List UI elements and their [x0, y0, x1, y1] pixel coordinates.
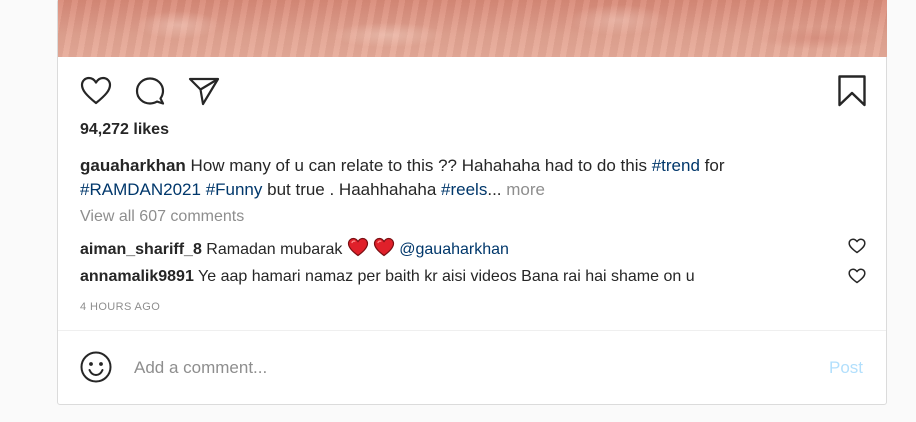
- post-card: 94,272 likes gauaharkhan How many of u c…: [57, 0, 887, 405]
- comment-row: annamalik9891 Ye aap hamari namaz per ba…: [80, 268, 695, 286]
- comment-bubble-icon[interactable]: [134, 76, 166, 106]
- media-texture: [58, 0, 887, 57]
- comment-username[interactable]: annamalik9891: [80, 268, 194, 285]
- caption-text: but true . Haahhahaha: [262, 180, 442, 199]
- heart-outline-icon[interactable]: [80, 76, 112, 106]
- caption-username[interactable]: gauaharkhan: [80, 156, 186, 175]
- comment-like-heart-icon[interactable]: [848, 238, 866, 259]
- red-heart-emoji-icon: [373, 237, 395, 262]
- bookmark-icon[interactable]: [837, 74, 867, 108]
- view-all-comments-link[interactable]: View all 607 comments: [80, 208, 244, 226]
- paper-plane-icon[interactable]: [188, 76, 220, 106]
- caption-text: How many of u can relate to this ?? Haha…: [185, 156, 652, 175]
- comment-row: aiman_shariff_8 Ramadan mubarak @gauahar…: [80, 237, 509, 262]
- post-caption: gauaharkhan How many of u can relate to …: [80, 154, 840, 202]
- hashtag-trend[interactable]: #trend: [652, 156, 700, 175]
- smiley-emoji-icon[interactable]: [80, 351, 112, 388]
- more-link[interactable]: more: [502, 180, 545, 199]
- comment-mention[interactable]: @gauaharkhan: [395, 241, 509, 258]
- caption-text: for: [699, 156, 725, 175]
- hashtag-funny[interactable]: #Funny: [206, 180, 263, 199]
- comment-text: Ramadan mubarak: [201, 241, 347, 258]
- post-timestamp[interactable]: 4 HOURS AGO: [80, 301, 160, 313]
- red-heart-emoji-icon: [347, 237, 369, 262]
- comment-username[interactable]: aiman_shariff_8: [80, 241, 202, 258]
- add-comment-input[interactable]: [134, 354, 814, 382]
- hashtag-reels[interactable]: #reels: [441, 180, 487, 199]
- hashtag-ramdan[interactable]: #RAMDAN2021: [80, 180, 201, 199]
- post-comment-button[interactable]: Post: [829, 358, 863, 378]
- likes-count[interactable]: 94,272 likes: [80, 121, 169, 139]
- comment-like-heart-icon[interactable]: [848, 268, 866, 289]
- post-media-image[interactable]: [58, 0, 887, 57]
- caption-ellipsis: ...: [487, 180, 502, 199]
- divider: [58, 330, 886, 331]
- comment-text: Ye aap hamari namaz per baith kr aisi vi…: [193, 268, 695, 285]
